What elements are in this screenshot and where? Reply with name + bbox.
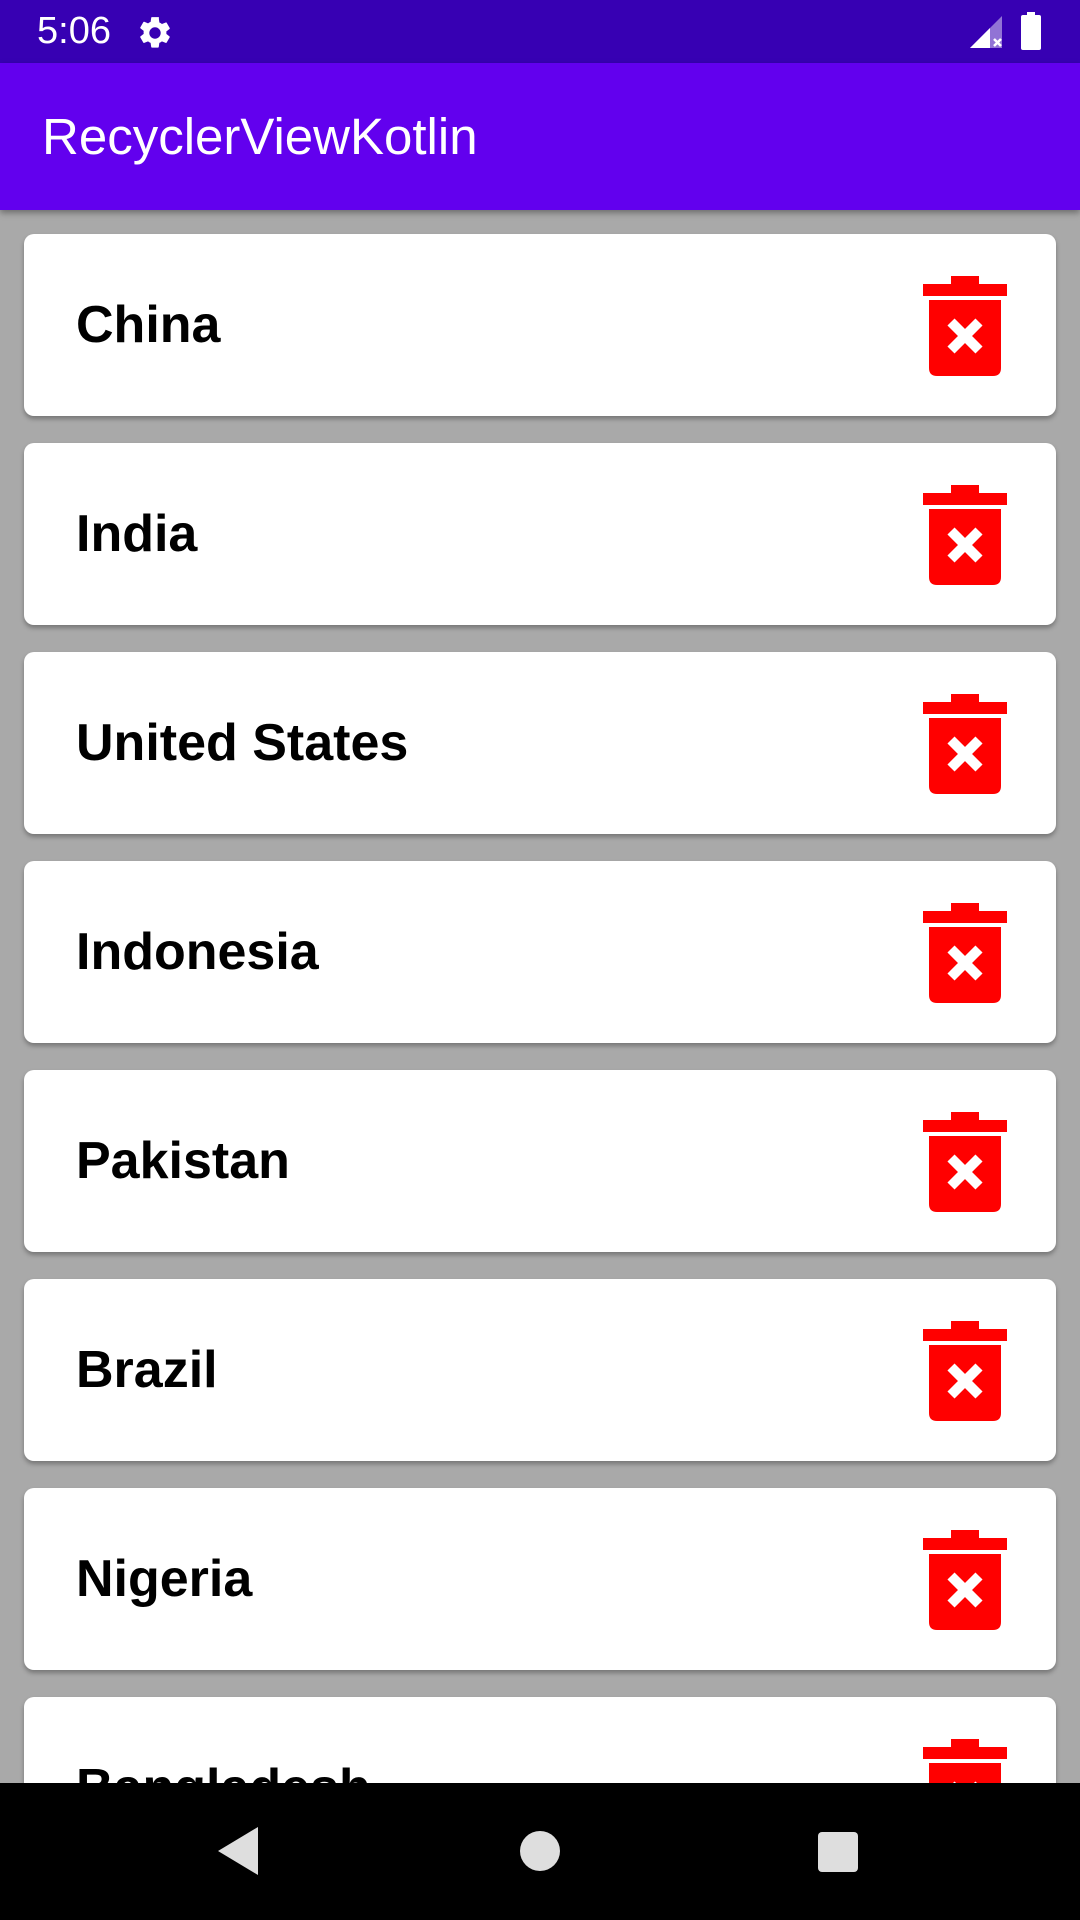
list-item[interactable]: Nigeria (24, 1488, 1056, 1670)
delete-button[interactable] (923, 1112, 1007, 1212)
list-item[interactable]: Bangladesh (24, 1697, 1056, 1783)
gear-icon (136, 14, 174, 52)
country-label: Bangladesh (76, 1697, 371, 1783)
country-label: Pakistan (76, 1132, 290, 1190)
app-bar: RecyclerViewKotlin (0, 63, 1080, 210)
trash-delete-icon (923, 276, 1007, 376)
delete-button[interactable] (923, 485, 1007, 585)
status-bar: 5:06 (0, 0, 1080, 63)
trash-delete-icon (923, 694, 1007, 794)
trash-delete-icon (923, 1739, 1007, 1783)
signal-icon (968, 14, 1004, 50)
recents-icon[interactable] (818, 1832, 858, 1872)
status-time: 5:06 (37, 10, 111, 52)
list-item[interactable]: Pakistan (24, 1070, 1056, 1252)
phone-screen: 5:06 RecyclerViewKotlin China India Unit… (0, 0, 1080, 1920)
country-label: Brazil (76, 1341, 218, 1399)
trash-delete-icon (923, 1321, 1007, 1421)
home-icon[interactable] (520, 1831, 560, 1871)
list-item[interactable]: Brazil (24, 1279, 1056, 1461)
list-item[interactable]: China (24, 234, 1056, 416)
country-label: Nigeria (76, 1550, 253, 1608)
country-label: India (76, 505, 198, 563)
delete-button[interactable] (923, 1530, 1007, 1630)
list-item[interactable]: Indonesia (24, 861, 1056, 1043)
country-label: Indonesia (76, 923, 319, 981)
trash-delete-icon (923, 903, 1007, 1003)
delete-button[interactable] (923, 694, 1007, 794)
delete-button[interactable] (923, 1739, 1007, 1783)
list-item[interactable]: United States (24, 652, 1056, 834)
list-item[interactable]: India (24, 443, 1056, 625)
battery-icon (1020, 12, 1042, 50)
trash-delete-icon (923, 1112, 1007, 1212)
delete-button[interactable] (923, 1321, 1007, 1421)
delete-button[interactable] (923, 276, 1007, 376)
trash-delete-icon (923, 485, 1007, 585)
country-label: United States (76, 714, 409, 772)
country-label: China (76, 296, 221, 354)
recycler-list[interactable]: China India United States Indonesia Paki (0, 210, 1080, 1783)
navigation-bar (0, 1783, 1080, 1920)
delete-button[interactable] (923, 903, 1007, 1003)
trash-delete-icon (923, 1530, 1007, 1630)
app-title: RecyclerViewKotlin (42, 108, 478, 165)
back-icon[interactable] (214, 1825, 260, 1877)
